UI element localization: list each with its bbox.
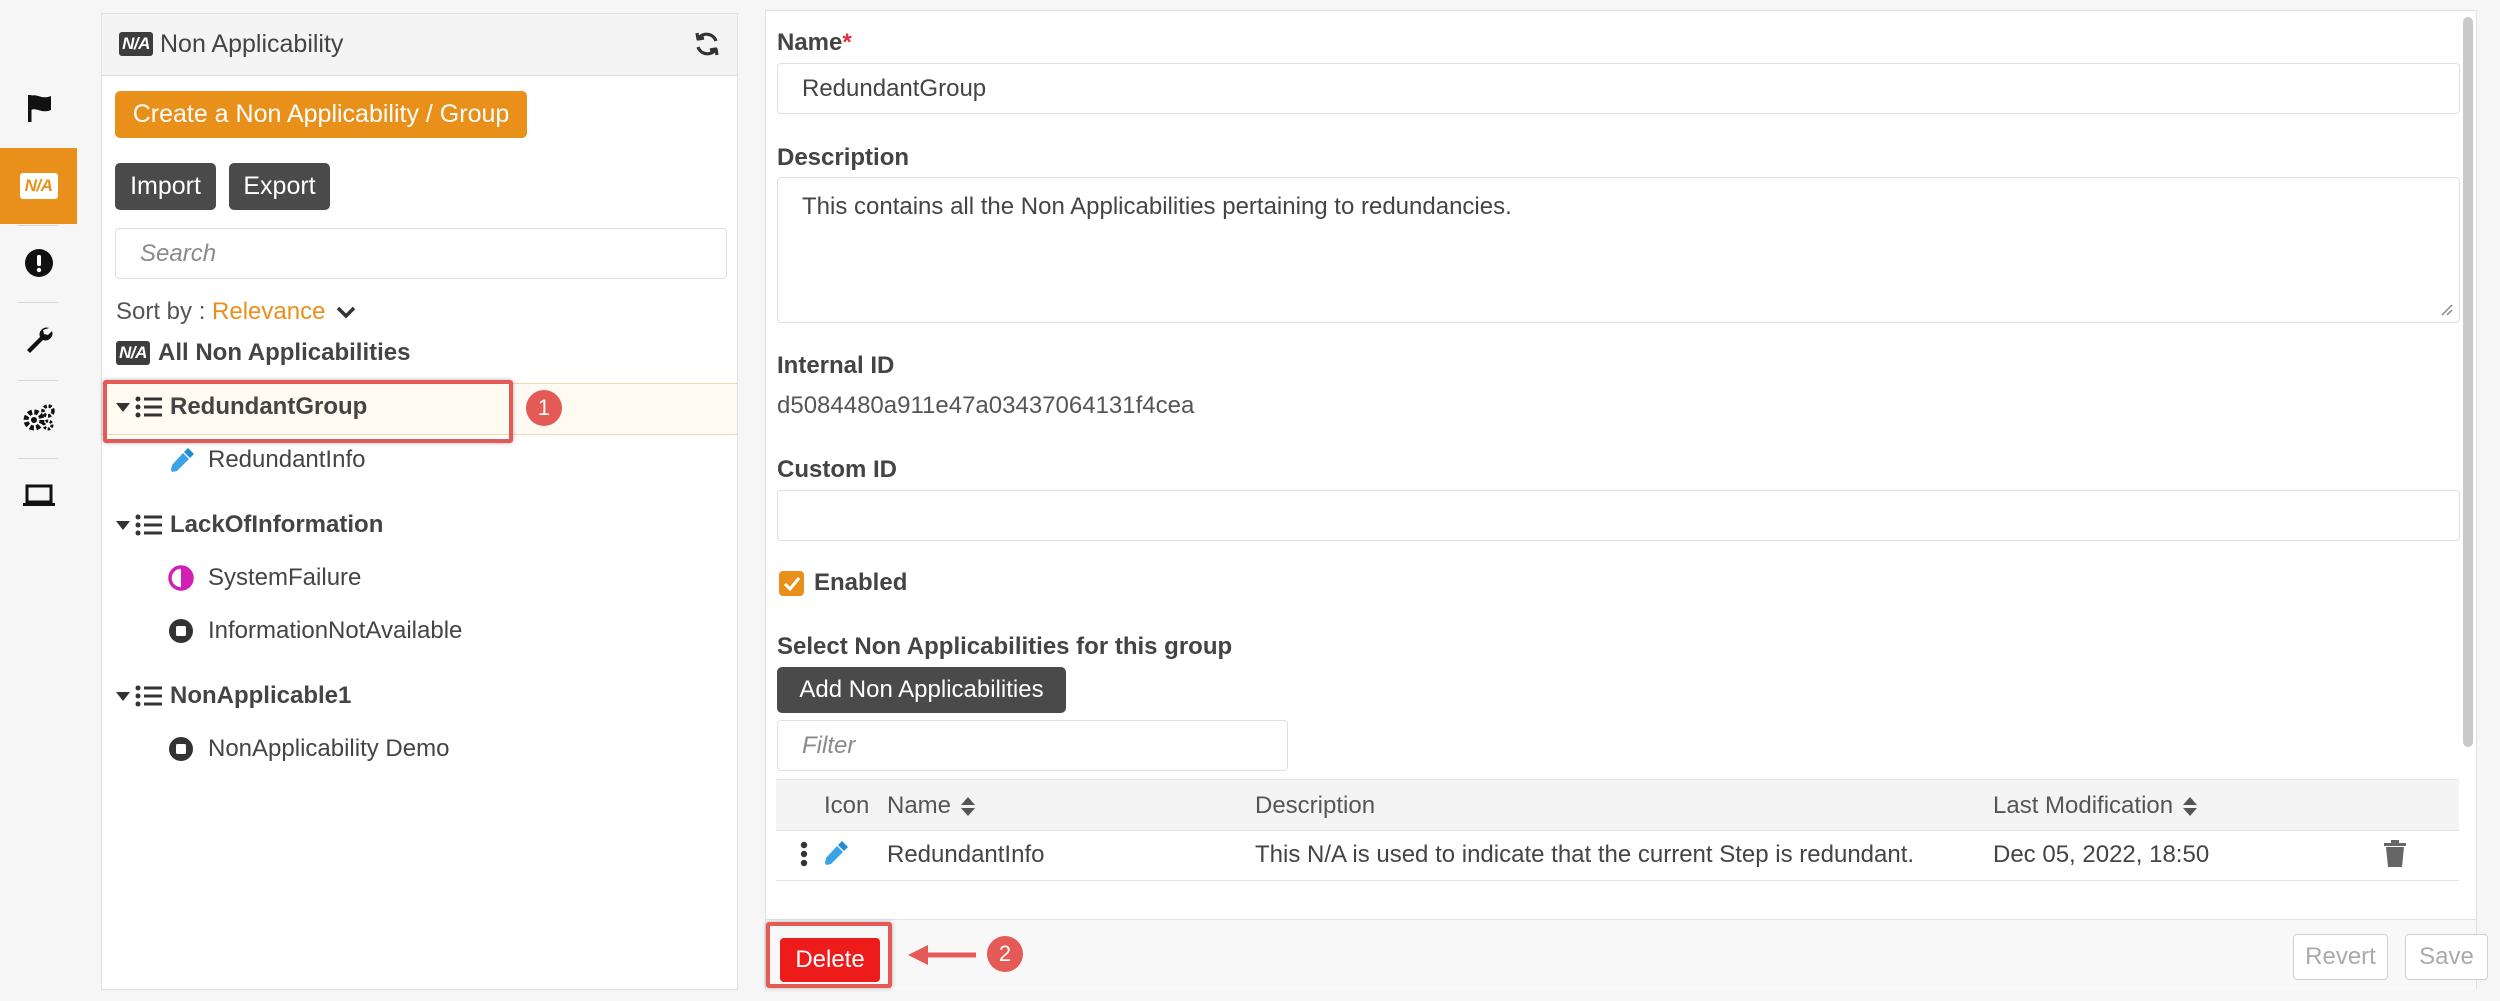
custom-id-label: Custom ID <box>777 456 897 483</box>
description-value: This contains all the Non Applicabilitie… <box>802 193 1512 220</box>
caret-down-icon[interactable] <box>116 691 130 701</box>
list-icon <box>135 514 162 536</box>
description-label: Description <box>777 144 910 171</box>
pipette-icon <box>825 841 848 865</box>
annotation-step-2: 2 <box>987 936 1023 972</box>
enabled-label: Enabled <box>814 569 908 596</box>
search-placeholder: Search <box>140 239 217 267</box>
chevron-down-icon <box>336 306 356 319</box>
panel-header: N/A Non Applicability <box>102 14 737 76</box>
flag-icon[interactable] <box>0 70 77 146</box>
tree-group-label: NonApplicable1 <box>170 682 352 709</box>
half-circle-icon <box>168 565 194 591</box>
gears-icon[interactable] <box>0 380 77 456</box>
panel-title: Non Applicability <box>160 30 344 58</box>
stop-circle-icon <box>169 619 193 643</box>
tree-group-nonapplicable1[interactable]: NonApplicable1 <box>116 682 351 710</box>
filter-input[interactable]: Filter <box>777 720 1288 771</box>
add-non-applicabilities-button[interactable]: Add Non Applicabilities <box>777 667 1066 713</box>
laptop-icon[interactable] <box>0 458 77 534</box>
na-nav-badge: N/A <box>19 173 58 199</box>
group-detail-panel: Name* RedundantGroup Description This co… <box>765 10 2488 990</box>
tree-item-redundantinfo[interactable]: RedundantInfo <box>168 446 365 474</box>
column-last-modification[interactable]: Last Modification <box>1993 792 2198 820</box>
tree-item-label: RedundantInfo <box>208 446 366 473</box>
row-last-modification: Dec 05, 2022, 18:50 <box>1993 841 2210 868</box>
annotation-highlight-1 <box>103 380 513 443</box>
sort-icon[interactable] <box>2183 796 2198 816</box>
tree-item-informationnotavailable[interactable]: InformationNotAvailable <box>168 617 462 645</box>
export-button[interactable]: Export <box>229 163 330 210</box>
non-applicability-icon[interactable]: N/A <box>0 148 77 224</box>
search-input[interactable]: Search <box>115 228 727 279</box>
column-description: Description <box>1255 792 1376 819</box>
tree-item-systemfailure[interactable]: SystemFailure <box>168 564 361 592</box>
name-field[interactable]: RedundantGroup <box>777 63 2460 114</box>
annotation-highlight-2 <box>766 922 892 988</box>
name-label: Name* <box>777 29 852 57</box>
non-applicability-list-panel: N/A Non Applicability Create a Non Appli… <box>101 13 738 990</box>
column-icon: Icon <box>824 792 870 819</box>
tree-item-nonapplicability-demo[interactable]: NonApplicability Demo <box>168 735 449 763</box>
internal-id-label: Internal ID <box>777 352 895 379</box>
all-label: All Non Applicabilities <box>158 339 411 366</box>
caret-down-icon[interactable] <box>116 520 130 530</box>
description-field[interactable]: This contains all the Non Applicabilitie… <box>777 177 2460 323</box>
create-non-applicability-button[interactable]: Create a Non Applicability / Group <box>115 91 527 138</box>
resize-handle-icon <box>2441 304 2453 316</box>
column-last-modification-label: Last Modification <box>1993 792 2174 819</box>
revert-button[interactable]: Revert <box>2293 934 2388 980</box>
refresh-icon[interactable] <box>693 30 721 58</box>
name-value: RedundantGroup <box>802 75 987 102</box>
tree-group-label: LackOfInformation <box>170 511 384 538</box>
sort-value: Relevance <box>212 298 326 325</box>
name-label-text: Name <box>777 29 843 56</box>
tree-item-label: InformationNotAvailable <box>208 617 463 644</box>
save-button[interactable]: Save <box>2405 934 2488 980</box>
alert-icon[interactable] <box>0 225 77 301</box>
na-badge: N/A <box>116 341 150 365</box>
annotation-step-1: 1 <box>526 390 562 426</box>
annotation-arrow-icon <box>908 945 976 965</box>
tree-item-label: NonApplicability Demo <box>208 735 450 762</box>
table-row[interactable]: RedundantInfo This N/A is used to indica… <box>776 829 2459 881</box>
trash-icon <box>2384 840 2406 867</box>
icon-rail: N/A <box>0 0 77 1001</box>
row-description: This N/A is used to indicate that the cu… <box>1255 841 1915 868</box>
drag-handle-icon <box>800 841 808 867</box>
scrollbar[interactable] <box>2463 17 2473 747</box>
all-non-applicabilities[interactable]: N/A All Non Applicabilities <box>116 339 410 367</box>
custom-id-field[interactable] <box>777 490 2460 541</box>
column-name-label: Name <box>887 792 952 819</box>
column-name[interactable]: Name <box>887 792 976 820</box>
row-name: RedundantInfo <box>887 841 1045 868</box>
filter-placeholder: Filter <box>802 731 856 759</box>
import-button[interactable]: Import <box>115 163 216 210</box>
sort-label: Sort by : <box>116 298 206 325</box>
checkmark-icon <box>783 576 800 591</box>
enabled-checkbox[interactable] <box>779 571 804 596</box>
tree-group-lackofinformation[interactable]: LackOfInformation <box>116 511 383 539</box>
sort-control[interactable]: Sort by : Relevance <box>116 298 356 326</box>
select-non-applicabilities-label: Select Non Applicabilities for this grou… <box>777 633 1233 660</box>
pipette-icon <box>171 448 194 472</box>
sort-icon[interactable] <box>961 796 976 816</box>
wrench-icon[interactable] <box>0 302 77 378</box>
na-badge: N/A <box>119 32 153 56</box>
table-header: Icon Name Description Last Modification <box>776 779 2459 831</box>
tree-item-label: SystemFailure <box>208 564 362 591</box>
stop-circle-icon <box>169 737 193 761</box>
required-mark: * <box>842 29 852 56</box>
list-icon <box>135 685 162 707</box>
internal-id-value: d5084480a911e47a03437064131f4cea <box>777 392 1195 419</box>
